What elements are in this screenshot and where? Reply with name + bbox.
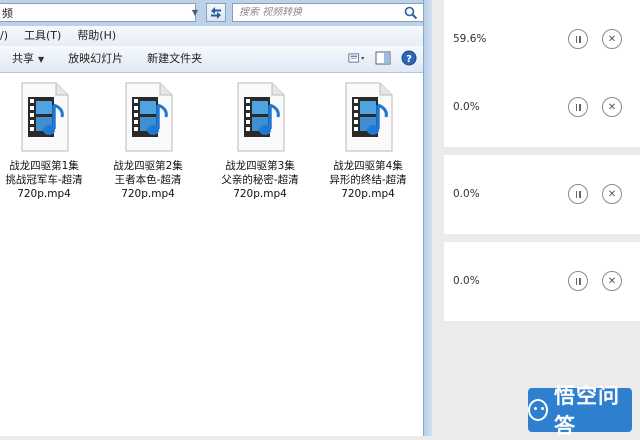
video-file-icon bbox=[345, 82, 393, 152]
share-button[interactable]: 共享 ▼ bbox=[0, 46, 56, 73]
watermark-badge: 悟空问答 bbox=[528, 384, 632, 438]
watermark-text: 悟空问答 bbox=[553, 384, 620, 438]
file-item[interactable]: 战龙四驱第4集 异形的终结-超清 720p.mp4 bbox=[318, 79, 418, 201]
download-progress: 0.0% bbox=[453, 275, 480, 287]
file-name-line: 父亲的秘密-超清 bbox=[221, 174, 299, 186]
pause-button[interactable] bbox=[568, 29, 588, 49]
file-name-line: 720p.mp4 bbox=[233, 188, 287, 200]
preview-pane-icon[interactable] bbox=[374, 49, 392, 67]
download-item: 0.0% ✕ bbox=[444, 155, 640, 234]
refresh-icon[interactable] bbox=[206, 3, 226, 22]
file-name: 战龙四驱第4集 异形的终结-超清 720p.mp4 bbox=[318, 159, 418, 201]
file-item[interactable]: 战龙四驱第3集 父亲的秘密-超清 720p.mp4 bbox=[210, 79, 310, 201]
cancel-button[interactable]: ✕ bbox=[602, 184, 622, 204]
file-name-line: 720p.mp4 bbox=[341, 188, 395, 200]
pause-icon bbox=[575, 103, 581, 111]
chevron-down-icon[interactable]: ▼ bbox=[186, 3, 204, 22]
video-file-icon bbox=[21, 82, 69, 152]
file-name: 战龙四驱第2集 王者本色-超清 720p.mp4 bbox=[98, 159, 198, 201]
address-bar[interactable]: 频 bbox=[0, 3, 196, 22]
pause-icon bbox=[575, 35, 581, 43]
video-file-icon bbox=[237, 82, 285, 152]
file-name-line: 720p.mp4 bbox=[17, 188, 71, 200]
search-icon[interactable] bbox=[404, 6, 418, 20]
search-input[interactable]: 搜索 视频转换 bbox=[232, 3, 424, 22]
watermark-logo-icon bbox=[528, 399, 548, 421]
pause-button[interactable] bbox=[568, 97, 588, 117]
video-file-icon bbox=[125, 82, 173, 152]
file-item[interactable]: 战龙四驱第2集 王者本色-超清 720p.mp4 bbox=[98, 79, 198, 201]
pause-icon bbox=[575, 277, 581, 285]
file-name: 战龙四驱第3集 父亲的秘密-超清 720p.mp4 bbox=[210, 159, 310, 201]
menu-bar: /) 工具(T) 帮助(H) bbox=[0, 26, 424, 47]
menu-help[interactable]: 帮助(H) bbox=[69, 26, 124, 46]
command-bar: 共享 ▼ 放映幻灯片 新建文件夹 ? bbox=[0, 46, 424, 73]
cancel-button[interactable]: ✕ bbox=[602, 29, 622, 49]
share-label: 共享 bbox=[12, 51, 34, 65]
close-icon: ✕ bbox=[607, 275, 617, 287]
pause-button[interactable] bbox=[568, 271, 588, 291]
chevron-down-icon: ▼ bbox=[38, 54, 45, 64]
file-item[interactable]: 战龙四驱第1集 挑战冠军车-超清 720p.mp4 bbox=[0, 79, 94, 201]
cancel-button[interactable]: ✕ bbox=[602, 97, 622, 117]
slideshow-button[interactable]: 放映幻灯片 bbox=[56, 46, 135, 72]
close-icon: ✕ bbox=[607, 101, 617, 113]
download-item: 0.0% ✕ bbox=[444, 242, 640, 321]
file-name-line: 挑战冠军车-超清 bbox=[5, 174, 83, 186]
svg-text:?: ? bbox=[406, 54, 412, 65]
download-panel: 59.6% ✕ 0.0% ✕ 0.0% ✕ 0.0% ✕ bbox=[432, 0, 640, 436]
download-progress: 0.0% bbox=[453, 188, 480, 200]
download-item: 0.0% ✕ bbox=[444, 68, 640, 147]
file-name-line: 异形的终结-超清 bbox=[329, 174, 407, 186]
pause-button[interactable] bbox=[568, 184, 588, 204]
explorer-window: 频 ▼ 搜索 视频转换 /) 工具(T) 帮助(H) 共享 ▼ 放映幻灯片 新建文… bbox=[0, 0, 432, 436]
help-icon[interactable]: ? bbox=[400, 49, 418, 67]
close-icon: ✕ bbox=[607, 188, 617, 200]
cancel-button[interactable]: ✕ bbox=[602, 271, 622, 291]
refresh-arrows-icon bbox=[211, 6, 221, 19]
download-progress: 0.0% bbox=[453, 101, 480, 113]
address-row: 频 ▼ 搜索 视频转换 bbox=[0, 0, 424, 26]
menu-view[interactable]: /) bbox=[0, 26, 16, 46]
file-name-line: 王者本色-超清 bbox=[114, 174, 182, 186]
new-folder-button[interactable]: 新建文件夹 bbox=[135, 46, 214, 72]
view-options-icon[interactable] bbox=[348, 49, 366, 67]
file-name-line: 战龙四驱第2集 bbox=[113, 160, 183, 172]
file-list: 战龙四驱第1集 挑战冠军车-超清 720p.mp4 战龙四驱第2集 王者本色-超… bbox=[0, 73, 424, 436]
file-name-line: 战龙四驱第4集 bbox=[333, 160, 403, 172]
menu-tools[interactable]: 工具(T) bbox=[16, 26, 69, 46]
close-icon: ✕ bbox=[607, 33, 617, 45]
file-name-line: 战龙四驱第1集 bbox=[9, 160, 79, 172]
pause-icon bbox=[575, 190, 581, 198]
address-text: 频 bbox=[2, 7, 13, 20]
file-name: 战龙四驱第1集 挑战冠军车-超清 720p.mp4 bbox=[0, 159, 94, 201]
search-placeholder: 搜索 视频转换 bbox=[239, 7, 303, 18]
file-name-line: 战龙四驱第3集 bbox=[225, 160, 295, 172]
file-name-line: 720p.mp4 bbox=[121, 188, 175, 200]
toolbar-right: ? bbox=[348, 49, 418, 67]
